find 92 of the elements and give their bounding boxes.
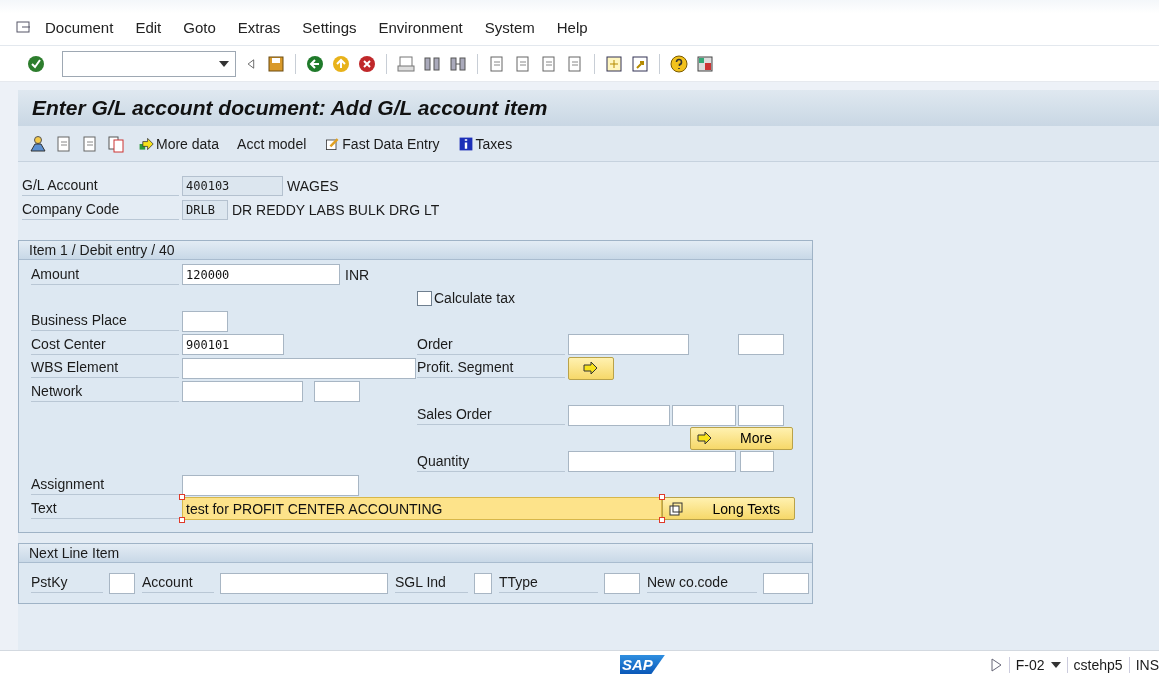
- save-icon[interactable]: [266, 53, 286, 74]
- field-label: Business Place: [31, 311, 179, 332]
- input-field[interactable]: [109, 572, 135, 594]
- print-icon[interactable]: [396, 53, 416, 74]
- cancel-icon[interactable]: [357, 53, 377, 74]
- panel-title: Item 1 / Debit entry / 40: [19, 241, 812, 260]
- server-name: cstehp5: [1066, 656, 1129, 673]
- input-field[interactable]: [182, 310, 228, 332]
- dropdown-icon[interactable]: [1050, 661, 1061, 668]
- field-label: Assignment: [31, 475, 179, 496]
- sap-logo: SAP: [620, 655, 665, 674]
- help-icon[interactable]: [669, 53, 689, 74]
- selection-handle[interactable]: [659, 517, 665, 524]
- unit-label: INR: [345, 266, 370, 283]
- display-field: DRLB: [182, 200, 228, 220]
- text-field[interactable]: test for PROFIT CENTER ACCOUNTING: [182, 497, 662, 521]
- display-field: 400103: [182, 176, 283, 196]
- field-label: TType: [499, 573, 598, 594]
- person-icon[interactable]: [28, 133, 48, 154]
- field-label: Profit. Segment: [417, 358, 565, 379]
- exit-icon[interactable]: [331, 53, 351, 74]
- copy-icon[interactable]: [106, 133, 126, 154]
- selection-handle[interactable]: [179, 517, 185, 524]
- triangle-right-icon[interactable]: [988, 656, 1003, 673]
- command-field[interactable]: [62, 50, 236, 77]
- field-label: G/L Account: [22, 176, 179, 196]
- long-texts-button[interactable]: Long Texts: [662, 497, 795, 521]
- menu-item[interactable]: Settings: [291, 19, 368, 36]
- field-label: Text: [31, 498, 179, 519]
- panel-title: Next Line Item: [19, 544, 812, 564]
- field-label: SGL Ind: [395, 573, 468, 594]
- info-icon: [457, 135, 474, 152]
- field-label: Cost Center: [31, 334, 179, 355]
- input-field[interactable]: 900101: [182, 334, 284, 356]
- check-icon[interactable]: [26, 53, 46, 74]
- field-label: PstKy: [31, 573, 103, 594]
- arrow-icon: [583, 361, 599, 376]
- checkbox-label: Calculate tax: [434, 290, 515, 307]
- menu-item[interactable]: System: [473, 19, 546, 36]
- input-field[interactable]: [568, 404, 670, 426]
- back-icon[interactable]: [305, 53, 325, 74]
- field-label: Quantity: [417, 451, 565, 472]
- dropdown-icon[interactable]: [219, 60, 229, 67]
- arrow-button[interactable]: [568, 356, 614, 380]
- field-label: Company Code: [22, 200, 179, 220]
- input-field[interactable]: [568, 451, 736, 473]
- menu-item[interactable]: Environment: [367, 19, 474, 36]
- screen-title: Enter G/L account document: Add G/L account item: [32, 96, 548, 120]
- input-field[interactable]: [568, 334, 689, 356]
- input-field[interactable]: [314, 381, 360, 403]
- input-field[interactable]: [182, 381, 303, 403]
- layout-icon[interactable]: [695, 53, 715, 74]
- menu-item[interactable]: Edit: [124, 19, 173, 36]
- field-label: Sales Order: [417, 405, 565, 426]
- field-description: DR REDDY LABS BULK DRG LT: [232, 202, 440, 218]
- input-field[interactable]: [182, 474, 359, 496]
- input-field[interactable]: [763, 572, 809, 594]
- field-description: WAGES: [287, 178, 339, 194]
- insert-mode: INS: [1128, 656, 1159, 673]
- input-field[interactable]: [604, 572, 640, 594]
- selection-handle[interactable]: [179, 494, 185, 501]
- input-field[interactable]: [182, 357, 416, 379]
- toolbar-button[interactable]: More data: [132, 131, 226, 156]
- input-field[interactable]: [738, 404, 784, 426]
- input-field[interactable]: 120000: [182, 264, 340, 286]
- input-field[interactable]: [474, 572, 492, 594]
- input-field[interactable]: [738, 334, 784, 356]
- field-label: New co.code: [647, 573, 757, 594]
- arrow-icon: [697, 431, 713, 446]
- toolbar-button[interactable]: Taxes: [451, 131, 519, 156]
- checkbox[interactable]: [417, 290, 432, 306]
- more-button[interactable]: More: [690, 426, 793, 450]
- input-field[interactable]: [672, 404, 736, 426]
- toolbar-button[interactable]: Acct model: [231, 131, 313, 156]
- input-field[interactable]: [740, 451, 774, 473]
- window-icon: [669, 501, 683, 516]
- menu-item[interactable]: Help: [545, 19, 599, 36]
- arrow-icon: [138, 135, 154, 152]
- shortcut-icon[interactable]: [630, 53, 650, 74]
- toolbar-button[interactable]: Fast Data Entry: [318, 131, 446, 156]
- menu-item[interactable]: Goto: [172, 19, 227, 36]
- menu-item[interactable]: Extras: [226, 19, 292, 36]
- field-label: Order: [417, 334, 565, 355]
- new-window-icon[interactable]: [604, 53, 624, 74]
- field-label: WBS Element: [31, 358, 179, 379]
- input-field[interactable]: [220, 572, 388, 594]
- selection-handle[interactable]: [659, 494, 665, 501]
- field-label: Amount: [31, 264, 179, 285]
- menu-item[interactable]: Document: [34, 19, 125, 36]
- field-label: Network: [31, 381, 179, 402]
- field-label: Account: [142, 573, 214, 594]
- transaction-code[interactable]: F-02: [1008, 656, 1067, 673]
